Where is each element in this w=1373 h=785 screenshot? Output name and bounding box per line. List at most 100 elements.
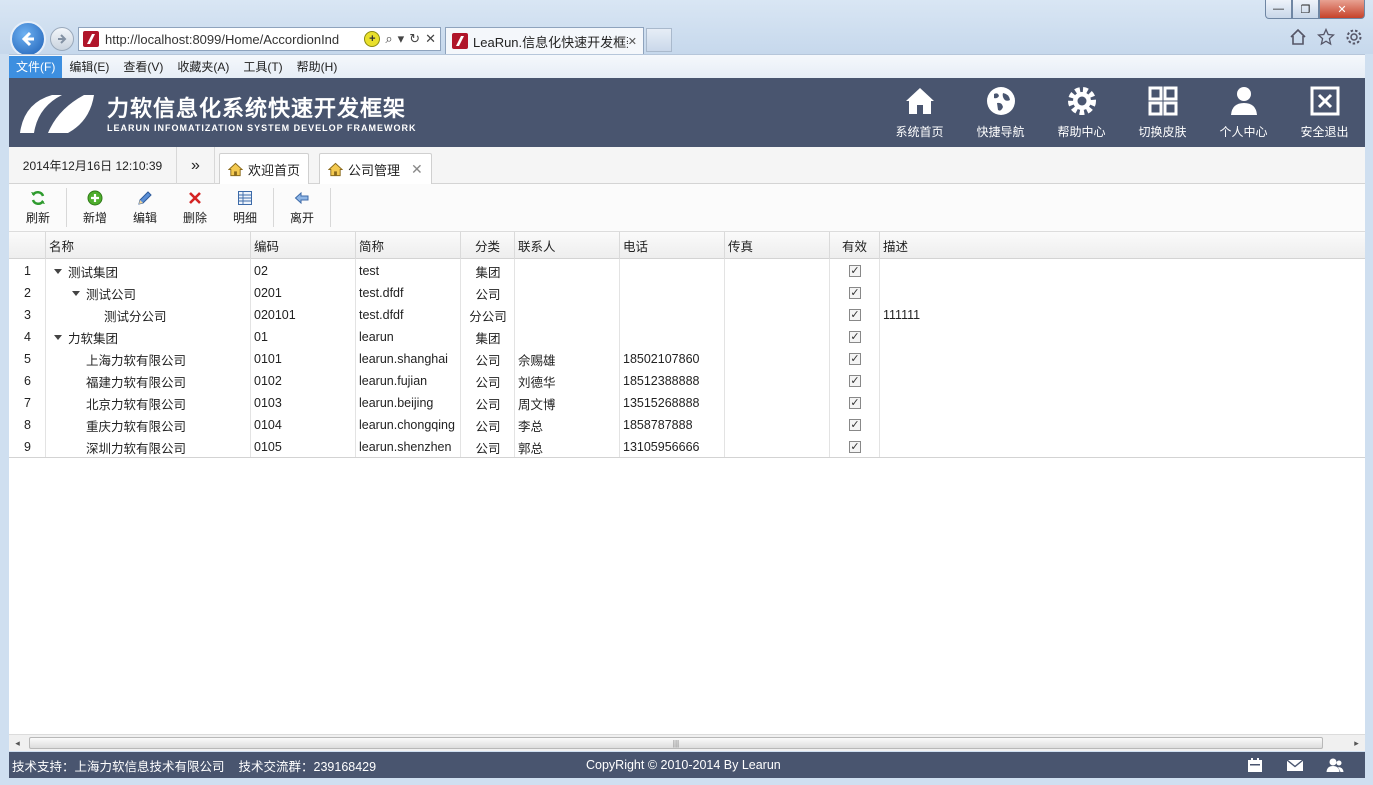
column-header-contact[interactable]: 联系人 — [515, 232, 620, 259]
valid-checkbox[interactable]: ✓ — [849, 287, 861, 299]
table-row[interactable]: 5 上海力软有限公司 0101 learun.shanghai 公司 佘赐雄 1850210… — [9, 348, 1365, 370]
menu-favorites[interactable]: 收藏夹(A) — [170, 56, 236, 78]
add-button[interactable]: 新增 — [70, 184, 120, 231]
menu-file[interactable]: 文件(F) — [9, 55, 63, 78]
refresh-button[interactable]: 刷新 — [13, 184, 63, 231]
valid-checkbox[interactable]: ✓ — [849, 331, 861, 343]
menu-edit[interactable]: 编辑(E) — [62, 56, 116, 78]
tree-node-label: 测试集团 — [68, 265, 119, 280]
column-header-short-name[interactable]: 简称 — [356, 232, 461, 259]
column-header-description[interactable]: 描述 — [880, 232, 1365, 259]
valid-checkbox[interactable]: ✓ — [849, 265, 861, 277]
table-row[interactable]: 1 测试集团 02 test 集团 ✓ — [9, 260, 1365, 282]
cell-name[interactable]: 北京力软有限公司 — [46, 392, 251, 414]
valid-checkbox[interactable]: ✓ — [849, 441, 861, 453]
tab-close-icon[interactable]: ✕ — [411, 161, 423, 178]
table-row[interactable]: 7 北京力软有限公司 0103 learun.beijing 公司 周文博 13515268… — [9, 392, 1365, 414]
url-text[interactable]: http://localhost:8099/Home/AccordionInd — [105, 32, 364, 47]
star-icon[interactable] — [1317, 28, 1335, 46]
delete-button[interactable]: 删除 — [170, 184, 220, 231]
online-users-button[interactable] — [1315, 757, 1355, 773]
edit-button[interactable]: 编辑 — [120, 184, 170, 231]
valid-checkbox[interactable]: ✓ — [849, 419, 861, 431]
cell-name[interactable]: 测试公司 — [46, 282, 251, 304]
cell-name[interactable]: 福建力软有限公司 — [46, 370, 251, 392]
tree-expand-icon[interactable] — [54, 334, 62, 340]
scroll-left-icon[interactable]: ◂ — [9, 735, 26, 751]
table-row[interactable]: 3 测试分公司 020101 test.dfdf 分公司 111111 ✓ — [9, 304, 1365, 326]
row-number: 7 — [24, 396, 31, 410]
menu-view[interactable]: 查看(V) — [116, 56, 170, 78]
tree-node-label: 上海力软有限公司 — [86, 353, 187, 368]
toolbar-label: 新增 — [82, 210, 107, 225]
column-header-name[interactable]: 名称 — [46, 232, 251, 259]
column-header-fax[interactable]: 传真 — [725, 232, 830, 259]
table-row[interactable]: 2 测试公司 0201 test.dfdf 公司 ✓ — [9, 282, 1365, 304]
valid-checkbox[interactable]: ✓ — [849, 397, 861, 409]
back-button[interactable] — [10, 21, 46, 57]
collapse-tabs-button[interactable]: » — [177, 147, 215, 184]
horizontal-scrollbar[interactable]: ◂ ||| ▸ — [9, 734, 1365, 751]
browser-tab[interactable]: LeaRun.信息化快速开发框架 ✕ — [445, 27, 644, 54]
column-header-code[interactable]: 编码 — [251, 232, 356, 259]
cell-name[interactable]: 测试集团 — [46, 260, 251, 282]
tab-welcome-home[interactable]: 欢迎首页 — [219, 153, 310, 184]
tab-company-management[interactable]: 公司管理 ✕ — [319, 153, 432, 184]
detail-button[interactable]: 明细 — [220, 184, 270, 231]
column-header-category[interactable]: 分类 — [461, 232, 515, 259]
nav-help-center[interactable]: 帮助中心 — [1041, 78, 1122, 147]
valid-checkbox[interactable]: ✓ — [849, 375, 861, 387]
tab-close-icon[interactable]: ✕ — [628, 35, 637, 48]
nav-system-home[interactable]: 系统首页 — [879, 78, 960, 147]
cell-name[interactable]: 重庆力软有限公司 — [46, 414, 251, 436]
menu-help[interactable]: 帮助(H) — [290, 56, 345, 78]
nav-quick-navigation[interactable]: 快捷导航 — [960, 78, 1041, 147]
leave-button[interactable]: 离开 — [277, 184, 327, 231]
toolbar-divider — [330, 188, 331, 227]
cell-name[interactable]: 测试分公司 — [46, 304, 251, 326]
table-row[interactable]: 6 福建力软有限公司 0102 learun.fujian 公司 刘德华 185123888… — [9, 370, 1365, 392]
grid-bottom-rule — [9, 457, 1365, 458]
nav-personal-center[interactable]: 个人中心 — [1203, 78, 1284, 147]
search-icon[interactable]: ⌕ — [385, 31, 392, 47]
scroll-thumb[interactable]: ||| — [29, 737, 1323, 749]
stop-icon[interactable]: ✕ — [425, 31, 436, 47]
tree-node-label: 测试公司 — [86, 287, 137, 302]
calendar-button[interactable] — [1235, 757, 1275, 773]
cell-name[interactable]: 力软集团 — [46, 326, 251, 348]
menu-tools[interactable]: 工具(T) — [236, 56, 289, 78]
column-header-valid[interactable]: 有效 — [830, 232, 880, 259]
restore-button[interactable]: ❐ — [1292, 0, 1319, 19]
globe-icon — [986, 87, 1015, 115]
cell-description — [880, 414, 1365, 436]
tree-expand-icon[interactable] — [72, 290, 80, 296]
scroll-right-icon[interactable]: ▸ — [1348, 735, 1365, 751]
cell-name[interactable]: 上海力软有限公司 — [46, 348, 251, 370]
forward-button[interactable] — [50, 27, 74, 51]
compatibility-icon[interactable]: + — [364, 31, 381, 47]
address-bar[interactable]: http://localhost:8099/Home/AccordionInd … — [78, 27, 441, 51]
message-button[interactable] — [1275, 757, 1315, 773]
cell-contact: 佘赐雄 — [518, 353, 556, 368]
minimize-button[interactable]: — — [1265, 0, 1292, 19]
valid-checkbox[interactable]: ✓ — [849, 353, 861, 365]
company-tree-grid: 名称 编码 简称 分类 联系人 电话 传真 有效 描述 1 测试集团 02 test 集… — [9, 232, 1365, 734]
cell-valid: ✓ — [830, 260, 880, 282]
cell-description — [880, 326, 1365, 348]
new-tab-button[interactable] — [646, 28, 672, 52]
home-icon[interactable] — [1289, 28, 1307, 46]
nav-switch-skin[interactable]: 切换皮肤 — [1122, 78, 1203, 147]
refresh-icon[interactable]: ↻ — [409, 31, 420, 47]
table-row[interactable]: 8 重庆力软有限公司 0104 learun.chongqing 公司 李总 1858787… — [9, 414, 1365, 436]
column-header-phone[interactable]: 电话 — [620, 232, 725, 259]
dropdown-icon[interactable]: ▾ — [398, 31, 405, 47]
valid-checkbox[interactable]: ✓ — [849, 309, 861, 321]
close-window-button[interactable]: ✕ — [1319, 0, 1365, 19]
table-row[interactable]: 4 力软集团 01 learun 集团 ✓ — [9, 326, 1365, 348]
nav-safe-exit[interactable]: 安全退出 — [1284, 78, 1365, 147]
cell-valid: ✓ — [830, 326, 880, 348]
tree-expand-icon[interactable] — [54, 268, 62, 274]
cell-name[interactable]: 深圳力软有限公司 — [46, 436, 251, 458]
table-row[interactable]: 9 深圳力软有限公司 0105 learun.shenzhen 公司 郭总 13105956… — [9, 436, 1365, 458]
settings-gear-icon[interactable] — [1345, 28, 1363, 46]
